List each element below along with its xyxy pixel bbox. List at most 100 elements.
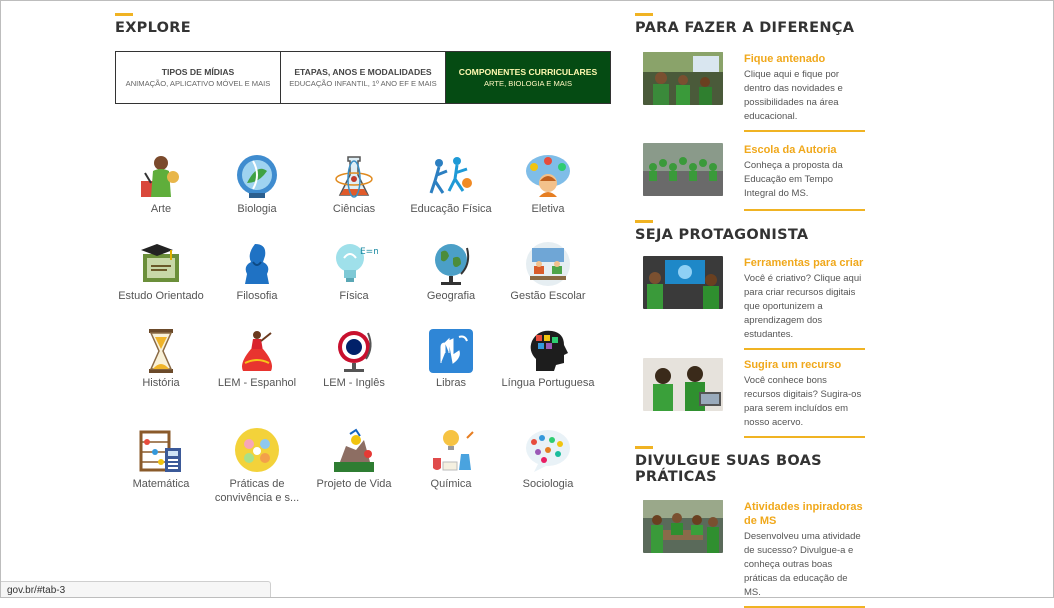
tab-subtitle: ARTE, BIOLOGIA E MAIS <box>483 78 573 88</box>
physics-icon: E=mc² <box>336 244 378 282</box>
portuguese-icon <box>530 330 568 371</box>
english-icon <box>338 331 372 372</box>
subject-arte[interactable]: Arte <box>112 153 210 216</box>
spanish-icon <box>242 331 272 371</box>
subject-label: Sociologia <box>522 478 574 490</box>
subject-educacao-fisica[interactable]: Educação Física <box>402 153 500 216</box>
subject-libras[interactable]: Libras <box>402 327 500 390</box>
card-escola-da-autoria[interactable]: Escola da Autoria Conheça a proposta da … <box>635 143 865 201</box>
tab-subtitle: ANIMAÇÃO, APLICATIVO MÓVEL E MAIS <box>125 78 271 88</box>
sign-language-icon <box>429 329 473 373</box>
subject-label: LEM - Espanhol <box>217 377 297 389</box>
card-text: Desenvolveu uma atividade de sucesso? Di… <box>744 531 861 598</box>
subject-label: Eletiva <box>531 203 565 215</box>
card-thumbnail[interactable] <box>643 52 723 105</box>
tab-componentes-curriculares[interactable]: COMPONENTES CURRICULARES ARTE, BIOLOGIA … <box>446 52 610 103</box>
philosophy-icon <box>245 244 269 284</box>
protagonista-title: SEJA PROTAGONISTA <box>635 227 809 243</box>
card-title[interactable]: Atividades inpiradoras de MS <box>744 500 865 528</box>
subject-label: Biologia <box>237 203 277 215</box>
tab-title: ETAPAS, ANOS E MODALIDADES <box>294 66 432 77</box>
card-body: Escola da Autoria Conheça a proposta da … <box>744 143 865 201</box>
explore-tabs: TIPOS DE MÍDIAS ANIMAÇÃO, APLICATIVO MÓV… <box>115 51 611 104</box>
subject-label: Química <box>430 478 472 490</box>
subject-lem-espanhol[interactable]: LEM - Espanhol <box>208 327 306 390</box>
subject-label: Filosofia <box>236 290 278 302</box>
card-body: Ferramentas para criar Você é criativo? … <box>744 256 865 342</box>
subject-praticas-convivencia[interactable]: Práticas de convivência e s... <box>208 428 306 505</box>
chemistry-icon <box>433 430 474 471</box>
section-protagonista: SEJA PROTAGONISTA Ferramentas para criar… <box>635 220 865 438</box>
life-project-icon <box>334 428 374 472</box>
card-title[interactable]: Ferramentas para criar <box>744 256 865 270</box>
subject-historia[interactable]: História <box>112 327 210 390</box>
math-icon <box>139 430 181 472</box>
card-atividades-inspiradoras[interactable]: Atividades inpiradoras de MS Desenvolveu… <box>635 500 865 600</box>
subject-label: Gestão Escolar <box>510 290 586 302</box>
subject-biologia[interactable]: Biologia <box>208 153 306 216</box>
school-management-icon <box>526 242 570 286</box>
coexistence-icon <box>235 428 279 472</box>
card-title[interactable]: Escola da Autoria <box>744 143 865 157</box>
card-ferramentas-para-criar[interactable]: Ferramentas para criar Você é criativo? … <box>635 256 865 342</box>
card-thumbnail[interactable] <box>643 256 723 309</box>
section-boas-praticas: DIVULGUE SUAS BOAS PRÁTICAS Atividades i… <box>635 446 865 608</box>
card-title[interactable]: Fique antenado <box>744 52 865 66</box>
card-text: Conheça a proposta da Educação em Tempo … <box>744 160 843 199</box>
art-icon <box>141 156 179 197</box>
tab-etapas-anos-modalidades[interactable]: ETAPAS, ANOS E MODALIDADES EDUCAÇÃO INFA… <box>281 52 446 103</box>
elective-icon <box>526 155 570 197</box>
subject-lem-ingles[interactable]: LEM - Inglês <box>305 327 403 390</box>
subject-label: Libras <box>436 377 466 389</box>
subject-filosofia[interactable]: Filosofia <box>208 240 306 303</box>
subject-label: LEM - Inglês <box>323 377 385 389</box>
card-sugira-um-recurso[interactable]: Sugira um recurso Você conhece bons recu… <box>635 358 865 430</box>
card-divider <box>744 130 865 132</box>
card-text: Você conhece bons recursos digitais? Sug… <box>744 375 862 428</box>
subject-gestao-escolar[interactable]: Gestão Escolar <box>499 240 597 303</box>
card-text: Clique aqui e fique por dentro das novid… <box>744 69 843 122</box>
subject-label: História <box>142 377 180 389</box>
section-diferenca: PARA FAZER A DIFERENÇA Fique antenado Cl… <box>635 13 865 211</box>
subject-label: Estudo Orientado <box>118 290 204 302</box>
subject-eletiva[interactable]: Eletiva <box>499 153 597 216</box>
diferenca-title: PARA FAZER A DIFERENÇA <box>635 20 855 36</box>
subject-projeto-de-vida[interactable]: Projeto de Vida <box>305 428 403 491</box>
card-thumbnail[interactable] <box>643 358 723 411</box>
subject-lingua-portuguesa[interactable]: Língua Portuguesa <box>499 327 597 390</box>
card-body: Atividades inpiradoras de MS Desenvolveu… <box>744 500 865 600</box>
subject-quimica[interactable]: Química <box>402 428 500 491</box>
card-divider <box>744 436 865 438</box>
svg-text:E=mc²: E=mc² <box>360 247 378 257</box>
subject-estudo-orientado[interactable]: Estudo Orientado <box>112 240 210 303</box>
card-fique-antenado[interactable]: Fique antenado Clique aqui e fique por d… <box>635 52 865 124</box>
subject-ciencias[interactable]: Ciências <box>305 153 403 216</box>
guided-study-icon <box>141 244 179 282</box>
section-accent-bar <box>635 446 653 449</box>
subject-geografia[interactable]: Geografia <box>402 240 500 303</box>
subject-fisica[interactable]: E=mc² Física <box>305 240 403 303</box>
subject-label: Práticas de convivência e s... <box>214 478 300 504</box>
card-text: Você é criativo? Clique aqui para criar … <box>744 273 862 340</box>
sociology-icon <box>526 430 570 472</box>
section-accent-bar <box>115 13 133 16</box>
card-thumbnail[interactable] <box>643 143 723 196</box>
card-title[interactable]: Sugira um recurso <box>744 358 865 372</box>
card-divider <box>744 348 865 350</box>
subject-matematica[interactable]: Matemática <box>112 428 210 491</box>
subject-label: Projeto de Vida <box>316 478 392 490</box>
subject-sociologia[interactable]: Sociologia <box>499 428 597 491</box>
tab-tipos-de-midias[interactable]: TIPOS DE MÍDIAS ANIMAÇÃO, APLICATIVO MÓV… <box>116 52 281 103</box>
subject-label: Ciências <box>332 203 376 215</box>
explore-title: EXPLORE <box>115 20 191 36</box>
card-body: Fique antenado Clique aqui e fique por d… <box>744 52 865 124</box>
sidebar: PARA FAZER A DIFERENÇA Fique antenado Cl… <box>635 13 865 608</box>
section-accent-bar <box>635 13 653 16</box>
subject-label: Arte <box>150 203 172 215</box>
subject-label: Geografia <box>426 290 476 302</box>
tab-title: TIPOS DE MÍDIAS <box>161 66 235 77</box>
card-thumbnail[interactable] <box>643 500 723 553</box>
boas-praticas-title: DIVULGUE SUAS BOAS PRÁTICAS <box>635 453 822 485</box>
explore-section: EXPLORE TIPOS DE MÍDIAS ANIMAÇÃO, APLICA… <box>115 13 611 504</box>
science-icon <box>335 156 373 198</box>
